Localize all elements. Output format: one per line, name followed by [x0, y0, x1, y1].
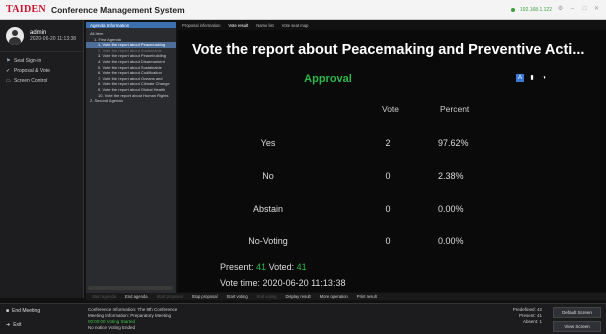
toolbar-button-display-result[interactable]: Display result	[285, 294, 310, 299]
display-mode-icons: A ▮ ◑	[516, 74, 548, 82]
sidebar-item-label: Proposal & Vote	[14, 68, 50, 74]
row-label-abstain: Abstain	[252, 204, 284, 214]
vote-time-label: Vote time:	[220, 278, 261, 288]
row-vote-abstain: 0	[385, 204, 391, 214]
pie-chart-icon[interactable]: ◑	[540, 74, 548, 82]
vote-time-value: 2020-06-20 11:13:38	[262, 278, 346, 288]
present-count: 41	[256, 262, 267, 272]
tab-name-list[interactable]: Name list	[256, 23, 273, 28]
agenda-item[interactable]: 2. Second Agenda	[86, 98, 176, 104]
present-label: Present:	[220, 262, 254, 272]
col-percent-header: Percent	[440, 104, 470, 114]
row-percent-no-voting: 0.00%	[438, 236, 464, 246]
agenda-tree: All Item 1. First Agenda 1. Vote the repor…	[86, 28, 176, 293]
bar-chart-icon[interactable]: ▮	[528, 74, 536, 82]
predefined-label: Predefined:	[512, 307, 536, 312]
default-screen-button[interactable]: Default Screen	[553, 307, 601, 318]
row-label-no-voting: No-Voting	[248, 236, 288, 246]
sidebar-item-screen-control[interactable]: ▭ Screen Control	[0, 76, 83, 86]
window-controls: 192.168.1.122 ⚙ – □ ✕	[511, 6, 600, 13]
present-count: 41	[536, 313, 542, 318]
tab-vote-result[interactable]: Vote result	[228, 23, 248, 28]
content-tabs: Proposal information Vote result Name li…	[178, 22, 606, 29]
row-percent-abstain: 0.00%	[438, 204, 464, 214]
present-label: Present:	[518, 313, 536, 318]
login-datetime: 2020-06-20 11:13:38	[30, 35, 77, 42]
exit-icon: ➜	[6, 322, 11, 328]
attendance-summary: Present: 41 Voted: 41	[220, 262, 307, 272]
toolbar-button-more-operation[interactable]: More operation	[320, 294, 348, 299]
minimize-icon[interactable]: –	[569, 6, 576, 13]
toolbar-button-print-result[interactable]: Print result	[357, 294, 377, 299]
row-label-yes: Yes	[260, 138, 276, 148]
footer: ■ End Meeting ➜ Exit Conference Informat…	[0, 303, 606, 334]
user-panel: admin 2020-06-20 11:13:38	[0, 20, 83, 52]
left-sidebar: admin 2020-06-20 11:13:38 ⚑ Seat Sign-in…	[0, 20, 84, 298]
screen-icon: ▭	[6, 77, 11, 84]
toolbar-button-start-proposal[interactable]: Start proposal	[157, 294, 183, 299]
agenda-item[interactable]: 9. Vote the report about Global Health	[86, 87, 176, 93]
end-meeting-label: End Meeting	[12, 308, 41, 314]
row-vote-yes: 2	[385, 138, 391, 148]
row-vote-no-voting: 0	[385, 236, 391, 246]
predefined-count: 42	[536, 307, 542, 312]
vote-time: Vote time: 2020-06-20 11:13:38	[220, 278, 345, 288]
settings-icon[interactable]: ⚙	[557, 6, 564, 13]
absent-label: Absent:	[522, 319, 539, 324]
voted-count: 41	[296, 262, 307, 272]
network-status-icon	[511, 7, 516, 12]
agenda-item[interactable]: 4. Vote the report about Disarmament	[86, 59, 176, 65]
seat-icon: ⚑	[6, 57, 11, 64]
vote-icon: ✔	[6, 67, 11, 74]
close-icon[interactable]: ✕	[593, 6, 600, 13]
end-meeting-icon: ■	[6, 308, 10, 314]
voting-ended-log: No notice Voting Ended	[88, 325, 136, 330]
toolbar-button-start-agenda[interactable]: Start agenda	[92, 294, 116, 299]
tab-vote-seat-map[interactable]: Vote seat map	[282, 23, 309, 28]
toolbar-button-stop-proposal[interactable]: Stop proposal	[192, 294, 218, 299]
meeting-toolbar: Start agenda End agenda Start proposal Stop…	[86, 293, 606, 300]
sidebar-item-proposal-vote[interactable]: ✔ Proposal & Vote	[0, 66, 83, 76]
toolbar-button-start-voting[interactable]: Start voting	[227, 294, 248, 299]
taiden-logo: TAIDEN	[6, 4, 46, 15]
exit-button[interactable]: ➜ Exit	[0, 318, 84, 332]
title-bar: TAIDEN Conference Management System 192.…	[0, 0, 606, 20]
sidebar-item-label: Screen Control	[14, 78, 48, 84]
avatar	[6, 26, 24, 45]
row-label-no: No	[262, 171, 274, 181]
sidebar-item-label: Seat Sign-in	[14, 58, 42, 64]
vote-result-panel: Vote the report about Peacemaking and Pr…	[178, 30, 606, 292]
vote-status: Approval	[304, 73, 352, 85]
maximize-icon[interactable]: □	[581, 6, 588, 13]
text-mode-icon[interactable]: A	[516, 74, 524, 82]
attendance-counts: Predefined: 42 Present: 41 Absent: 1	[492, 307, 542, 325]
row-percent-yes: 97.62%	[438, 138, 469, 148]
view-screen-button[interactable]: View Screen	[553, 321, 601, 332]
agenda-list: All Item 1. First Agenda 1. Vote the repor…	[86, 31, 176, 104]
sidebar-item-seat-sign-in[interactable]: ⚑ Seat Sign-in	[0, 56, 83, 66]
app-title: Conference Management System	[50, 4, 185, 15]
server-ip: 192.168.1.122	[520, 6, 552, 13]
tab-proposal-information[interactable]: Proposal information	[182, 23, 220, 28]
voted-label: Voted:	[268, 262, 295, 272]
toolbar-button-end-agenda[interactable]: End agenda	[125, 294, 148, 299]
row-vote-no: 0	[385, 171, 391, 181]
absent-count: 1	[539, 319, 542, 324]
agenda-item[interactable]: 1. Vote the report about Peacemaking	[86, 42, 176, 48]
exit-label: Exit	[13, 322, 22, 328]
end-meeting-button[interactable]: ■ End Meeting	[0, 304, 84, 318]
row-percent-no: 2.38%	[438, 171, 464, 181]
col-vote-header: Vote	[382, 104, 400, 114]
toolbar-button-end-voting[interactable]: End voting	[257, 294, 277, 299]
meeting-info: Conference Information: The 8th Conferen…	[88, 307, 177, 331]
vote-title: Vote the report about Peacemaking and Pr…	[192, 42, 585, 58]
agenda-scrollbar[interactable]	[88, 286, 173, 290]
